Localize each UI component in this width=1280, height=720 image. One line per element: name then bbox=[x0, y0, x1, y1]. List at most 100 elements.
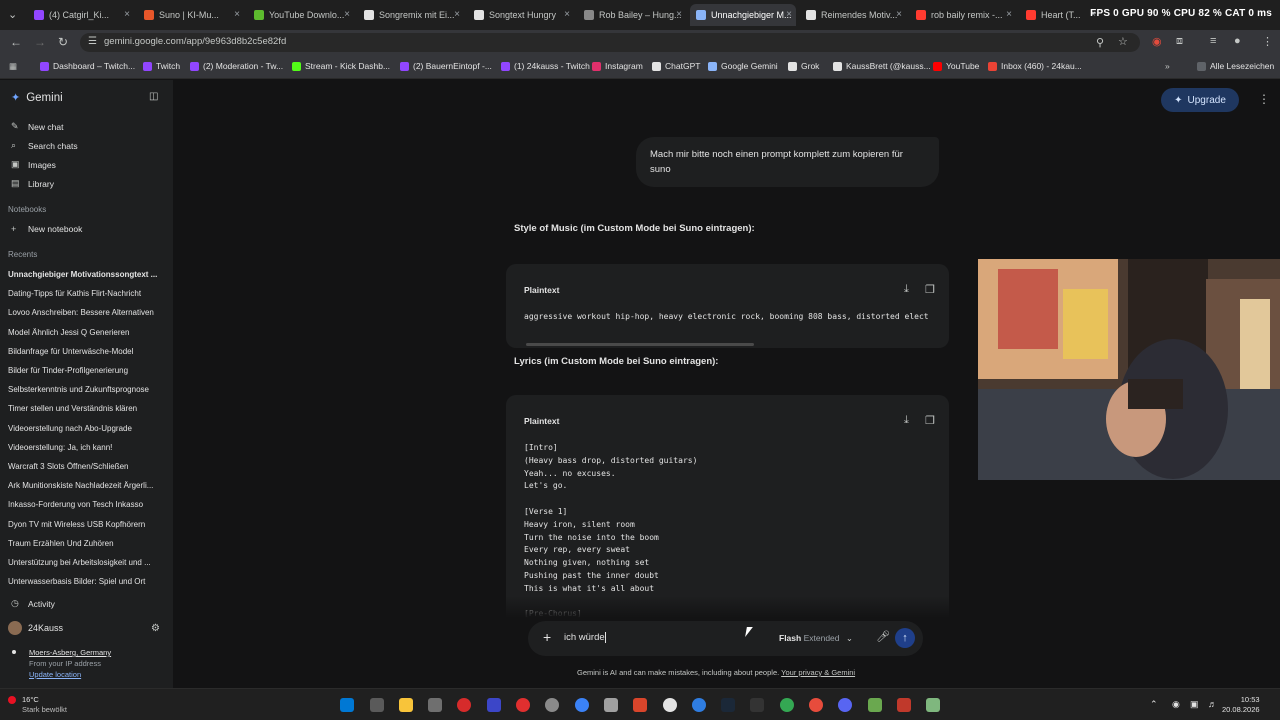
recent-chat-item[interactable]: Lovoo Anschreiben: Bessere Alternativen bbox=[8, 308, 168, 317]
recent-chat-item[interactable]: Ark Munitionskiste Nachladezeit Ärgerli.… bbox=[8, 481, 168, 490]
tab-close-icon[interactable]: × bbox=[454, 9, 460, 20]
tab-close-icon[interactable]: × bbox=[896, 9, 902, 20]
sidebar-item-images[interactable]: ▣ Images bbox=[11, 159, 56, 170]
bookmark-item[interactable]: KaussBrett (@kauss... bbox=[833, 61, 931, 71]
bookmark-item[interactable]: Grok bbox=[788, 61, 819, 71]
app-gear-icon[interactable] bbox=[604, 698, 618, 712]
weather-widget[interactable]: 16°C Stark bewölkt bbox=[22, 695, 67, 715]
recent-chat-item[interactable]: Inkasso-Forderung von Tesch Inkasso bbox=[8, 500, 168, 509]
sidebar-item-search-chats[interactable]: ⌕ Search chats bbox=[11, 140, 78, 151]
adblock-icon[interactable]: ◉ bbox=[1152, 35, 1162, 48]
bookmark-item[interactable]: ChatGPT bbox=[652, 61, 700, 71]
recent-chat-item[interactable]: Dating-Tipps für Kathis Flirt-Nachricht bbox=[8, 289, 168, 298]
tab-close-icon[interactable]: × bbox=[564, 9, 570, 20]
steam-icon[interactable] bbox=[721, 698, 735, 712]
bookmark-item[interactable]: YouTube bbox=[933, 61, 979, 71]
lock-app-icon[interactable] bbox=[428, 698, 442, 712]
app-red2-icon[interactable] bbox=[897, 698, 911, 712]
recent-chat-item[interactable]: Selbsterkenntnis und Zukunftsprognose bbox=[8, 385, 168, 394]
horizontal-scrollbar[interactable] bbox=[526, 343, 754, 346]
bookmark-item[interactable]: Inbox (460) - 24kau... bbox=[988, 61, 1082, 71]
browser-menu-icon[interactable]: ⋮ bbox=[1262, 35, 1273, 48]
recent-chat-item[interactable]: Unnachgiebiger Motivationssongtext ... bbox=[8, 270, 168, 279]
url-field[interactable]: ☰ gemini.google.com/app/9e963d8b2c5e82fd… bbox=[80, 33, 1140, 52]
tab-close-icon[interactable]: × bbox=[344, 9, 350, 20]
sidebar-item-library[interactable]: ▤ Library bbox=[11, 178, 54, 189]
recent-chat-item[interactable]: Unterstützung bei Arbeitslosigkeit und .… bbox=[8, 558, 168, 567]
browser-tab[interactable]: Heart (T... × bbox=[1020, 4, 1100, 26]
bookmark-item[interactable]: Google Gemini bbox=[708, 61, 778, 71]
browser-tab[interactable]: Unnachgiebiger M... × bbox=[690, 4, 796, 26]
send-button[interactable]: ↑ bbox=[895, 628, 915, 648]
reload-icon[interactable]: ↻ bbox=[58, 35, 68, 49]
bookmark-item[interactable]: Dashboard – Twitch... bbox=[40, 61, 135, 71]
tab-close-icon[interactable]: × bbox=[676, 9, 682, 20]
bookmark-item[interactable]: Instagram bbox=[592, 61, 643, 71]
recent-chat-item[interactable]: Videoerstellung: Ja, ich kann! bbox=[8, 443, 168, 452]
app-mint-icon[interactable] bbox=[926, 698, 940, 712]
mic-tray-icon[interactable]: ◉ bbox=[1172, 699, 1180, 710]
sidebar-item-new-chat[interactable]: ✎ New chat bbox=[11, 121, 63, 132]
tab-close-icon[interactable]: × bbox=[1006, 9, 1012, 20]
settings-gear-icon[interactable]: ⚙ bbox=[151, 623, 160, 634]
chrome-icon[interactable] bbox=[780, 698, 794, 712]
recent-chat-item[interactable]: Timer stellen und Verständnis klären bbox=[8, 404, 168, 413]
gemini-logo[interactable]: ✦ Gemini bbox=[11, 91, 63, 105]
copy-icon[interactable]: ❐ bbox=[925, 283, 935, 296]
app-green-icon[interactable] bbox=[868, 698, 882, 712]
vpn-icon[interactable] bbox=[487, 698, 501, 712]
media-icon[interactable]: ≡ bbox=[1210, 35, 1216, 47]
browser-tab[interactable]: (4) Catgirl_Ki... × bbox=[28, 4, 134, 26]
download-icon[interactable]: ⤓ bbox=[904, 414, 909, 427]
bookmark-item[interactable]: (2) Moderation - Tw... bbox=[190, 61, 283, 71]
app-orange-icon[interactable] bbox=[633, 698, 647, 712]
upgrade-button[interactable]: ✦ Upgrade bbox=[1161, 88, 1239, 112]
profile-avatar-icon[interactable]: ● bbox=[1234, 35, 1241, 47]
tab-close-icon[interactable]: × bbox=[786, 9, 792, 20]
recent-chat-item[interactable]: Bilder für Tinder-Profilgenerierung bbox=[8, 366, 168, 375]
task-view-icon[interactable] bbox=[370, 698, 384, 712]
url-text[interactable]: gemini.google.com/app/9e963d8b2c5e82fd bbox=[104, 36, 286, 47]
microphone-icon[interactable]: 🎤︎ bbox=[876, 630, 890, 643]
opera-icon[interactable] bbox=[809, 698, 823, 712]
app-blue2-icon[interactable] bbox=[692, 698, 706, 712]
browser-tab[interactable]: Reimendes Motiv... × bbox=[800, 4, 906, 26]
browser-tab[interactable]: rob baily remix -... × bbox=[910, 4, 1016, 26]
epic-games-icon[interactable] bbox=[750, 698, 764, 712]
copy-icon[interactable]: ❐ bbox=[925, 414, 935, 427]
add-attachment-icon[interactable]: + bbox=[543, 629, 551, 645]
tab-close-icon[interactable]: × bbox=[234, 9, 240, 20]
recent-chat-item[interactable]: Bildanfrage für Unterwäsche-Model bbox=[8, 347, 168, 356]
prompt-input[interactable]: ich würde bbox=[564, 632, 606, 643]
app-red-icon[interactable] bbox=[516, 698, 530, 712]
tab-close-icon[interactable]: × bbox=[124, 9, 130, 20]
update-location-link[interactable]: Update location bbox=[12, 670, 111, 679]
more-options-icon[interactable]: ⋮ bbox=[1258, 92, 1270, 106]
network-icon[interactable]: ▣ bbox=[1190, 699, 1199, 710]
more-bookmarks-icon[interactable]: » bbox=[1165, 61, 1170, 71]
app-white-icon[interactable] bbox=[663, 698, 677, 712]
all-bookmarks[interactable]: Alle Lesezeichen bbox=[1197, 61, 1274, 71]
browser-tab[interactable]: Songtext Hungry × bbox=[468, 4, 574, 26]
bookmark-star-icon[interactable]: ☆ bbox=[1118, 35, 1128, 48]
start-icon[interactable] bbox=[340, 698, 354, 712]
system-clock[interactable]: 10:53 20.08.2026 bbox=[1222, 695, 1260, 715]
app-blue-icon[interactable] bbox=[575, 698, 589, 712]
recent-chat-item[interactable]: Unterwasserbasis Bilder: Spiel und Ort bbox=[8, 577, 168, 586]
recent-chat-item[interactable]: Dyon TV mit Wireless USB Kopfhörern bbox=[8, 520, 168, 529]
zoom-icon[interactable]: ⚲ bbox=[1096, 36, 1104, 49]
browser-tab[interactable]: Songremix mit Ei... × bbox=[358, 4, 464, 26]
browser-tab[interactable]: Suno | KI-Mu... × bbox=[138, 4, 244, 26]
activity-button[interactable]: ◷ Activity bbox=[11, 598, 55, 609]
tab-search-icon[interactable]: ⌄ bbox=[8, 8, 17, 21]
tray-chevron-icon[interactable]: ⌃ bbox=[1150, 699, 1158, 710]
prompt-composer[interactable]: + ich würde Flash Extended ⌄ 🎤︎ ↑ bbox=[528, 621, 923, 656]
back-icon[interactable]: ← bbox=[10, 35, 22, 49]
prompt-input-text[interactable]: ich würde bbox=[564, 632, 605, 643]
app-gray-icon[interactable] bbox=[545, 698, 559, 712]
volume-icon[interactable]: ♬ bbox=[1208, 699, 1217, 709]
bookmark-item[interactable]: Stream - Kick Dashb... bbox=[292, 61, 390, 71]
model-selector[interactable]: Flash Extended ⌄ bbox=[779, 633, 853, 644]
bookmark-item[interactable]: (2) BauernEintopf -... bbox=[400, 61, 492, 71]
recent-chat-item[interactable]: Warcraft 3 Slots Öffnen/Schließen bbox=[8, 462, 168, 471]
